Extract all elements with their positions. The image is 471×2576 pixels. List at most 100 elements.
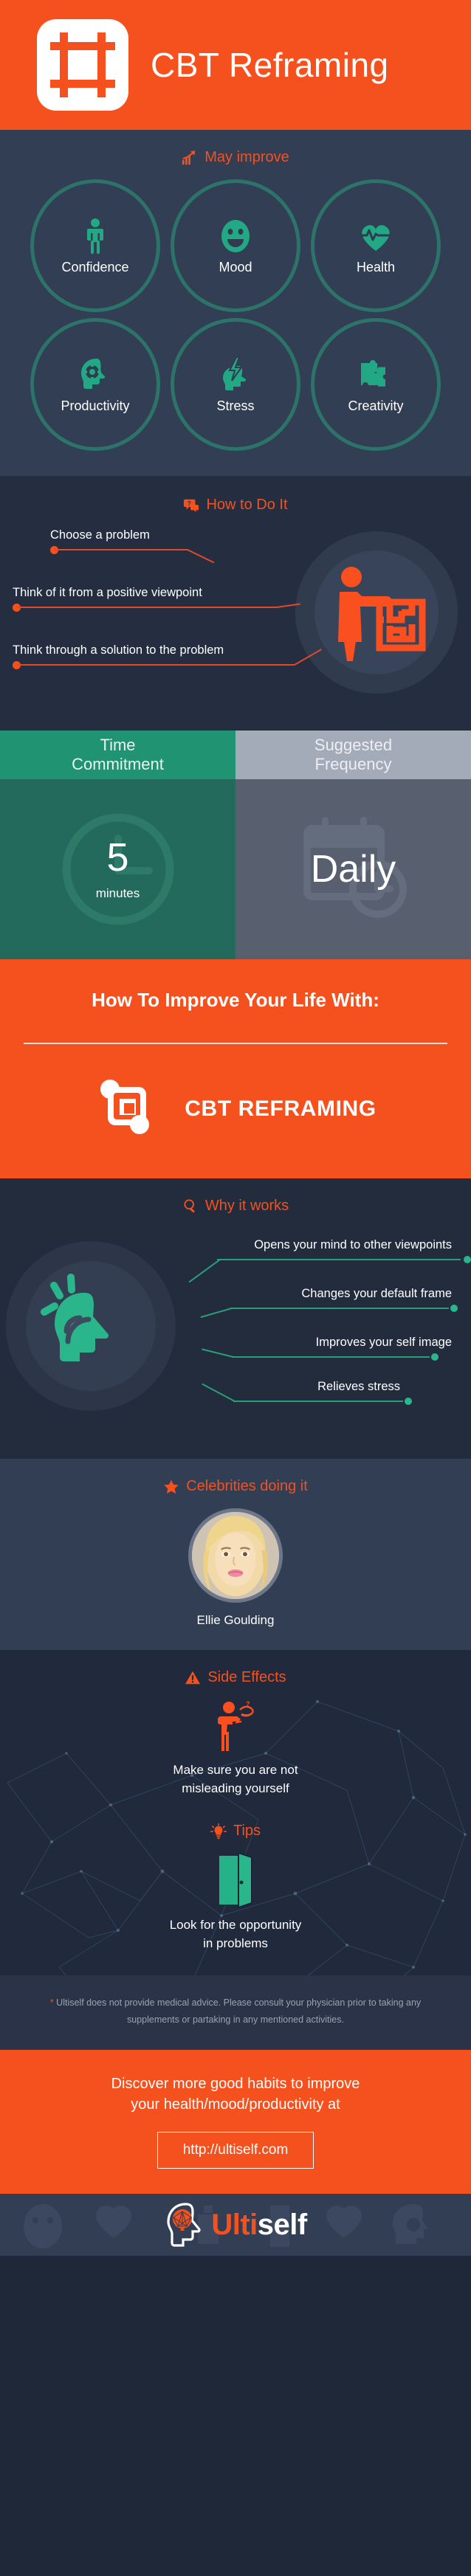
website-button[interactable]: http://ultiself.com (157, 2131, 314, 2169)
brand-row: CBT REFRAMING (0, 1074, 471, 1144)
why-it-works-body: Opens your mind to other viewpoints Chan… (0, 1228, 471, 1449)
why-it-works-dot (405, 1398, 412, 1405)
star-icon (164, 1479, 179, 1494)
celebrities-section: Celebrities doing it Ellie Goulding (0, 1459, 471, 1650)
may-improve-item-label: Creativity (348, 398, 404, 413)
celebrity-name: Ellie Goulding (196, 1613, 275, 1627)
tips-text-line2: in problems (203, 1936, 268, 1950)
tips-text: Look for the opportunity in problems (0, 1916, 471, 1952)
may-improve-item-label: Stress (216, 398, 255, 413)
divider (24, 1043, 447, 1044)
why-it-works-benefit: Opens your mind to other viewpoints (161, 1238, 471, 1283)
page-title: CBT Reframing (151, 46, 389, 84)
how-to-step-connector (13, 603, 300, 612)
side-effects-illustration: ? (0, 1699, 471, 1754)
time-frequency-section: Time Commitment 5 minutes Suggested Freq… (0, 731, 471, 959)
may-improve-item-creativity: Creativity (311, 318, 441, 451)
warning-triangle-icon (185, 1671, 201, 1684)
how-to-step-connector (13, 649, 322, 669)
cta-text: Discover more good habits to improve you… (22, 2073, 449, 2116)
why-it-works-benefit-label: Improves your self image (315, 1336, 452, 1349)
footer-logo: Ultiself (164, 2201, 307, 2248)
may-improve-item-label: Productivity (61, 398, 130, 413)
why-it-works-connector (161, 1383, 471, 1405)
side-effects-tips-section: Side Effects ? Make sure you are not mis… (0, 1650, 471, 1975)
why-it-works-heading-label: Why it works (204, 1198, 289, 1214)
cta-section: Discover more good habits to improve you… (0, 2050, 471, 2194)
thinking-head-waves-icon (41, 1274, 109, 1361)
suggested-frequency-header-line1: Suggested (314, 736, 393, 755)
how-to-heading-label: How to Do It (206, 497, 288, 513)
why-it-works-benefit: Changes your default frame (161, 1287, 471, 1318)
may-improve-item-stress: Stress (171, 318, 300, 451)
open-door-icon (219, 1853, 252, 1908)
how-to-body: Choose a problem Think of it from a posi… (0, 518, 471, 710)
tips-heading: Tips (0, 1823, 471, 1840)
may-improve-item-confidence: Confidence (30, 179, 160, 312)
why-it-works-heading: Why it works (0, 1198, 471, 1215)
side-effects-block: Side Effects ? Make sure you are not mis… (0, 1650, 471, 1811)
why-it-works-connector (161, 1348, 471, 1361)
growth-chart-arrow-icon (182, 150, 196, 165)
header: CBT Reframing (0, 0, 471, 130)
person-standing-icon (87, 218, 103, 254)
side-effects-text: Make sure you are not misleading yoursel… (0, 1761, 471, 1798)
smiley-face-icon (221, 219, 250, 252)
may-improve-item-health: Health (311, 179, 441, 312)
disclaimer-text: Ultiself does not provide medical advice… (53, 1997, 422, 2026)
why-it-works-benefit: Relieves stress (161, 1380, 471, 1405)
time-commitment-header: Time Commitment (0, 731, 236, 779)
magnifying-glass-icon (184, 1198, 195, 1212)
why-it-works-dot (431, 1353, 439, 1361)
footer-brand-part1: Ulti (211, 2208, 258, 2241)
footer-brand-part2: self (257, 2208, 307, 2241)
may-improve-heading: May improve (0, 149, 471, 166)
side-effects-text-line1: Make sure you are not (173, 1763, 298, 1777)
suggested-frequency-body: Daily (236, 779, 471, 959)
brand-title: How To Improve Your Life With: (92, 989, 379, 1011)
time-commitment-panel: Time Commitment 5 minutes (0, 731, 236, 959)
why-it-works-dot (450, 1305, 458, 1312)
side-effects-heading: Side Effects (0, 1669, 471, 1686)
brand-name: CBT REFRAMING (185, 1097, 377, 1121)
tips-heading-label: Tips (233, 1823, 261, 1840)
how-to-step-label: Think through a solution to the problem (13, 643, 224, 657)
suggested-frequency-text: Daily (310, 848, 396, 891)
brand-section: How To Improve Your Life With: CBT REFRA… (0, 959, 471, 1178)
confused-person-icon: ? (218, 1700, 254, 1751)
may-improve-section: May improve Confidence Mood Health Produ… (0, 130, 471, 476)
blonde-woman-portrait (192, 1512, 279, 1599)
time-commitment-body: 5 minutes (0, 779, 236, 959)
time-commitment-header-line2: Commitment (72, 755, 164, 773)
why-it-works-connector (161, 1256, 471, 1283)
suggested-frequency-header: Suggested Frequency (236, 731, 471, 779)
tips-block: Tips Look for the opportunity in problem… (0, 1811, 471, 1975)
how-to-heading: ? How to Do It (0, 497, 471, 514)
may-improve-item-productivity: Productivity (30, 318, 160, 451)
suggested-frequency-panel: Suggested Frequency Daily (236, 731, 471, 959)
how-to-step: Think through a solution to the problem (13, 643, 322, 669)
may-improve-heading-label: May improve (204, 149, 289, 165)
side-effects-heading-label: Side Effects (207, 1669, 286, 1685)
lightbulb-icon (210, 1823, 227, 1839)
side-effects-text-line2: misleading yourself (182, 1781, 289, 1795)
how-to-section: ? How to Do It Choose a problem Think of… (0, 476, 471, 731)
how-to-step-label: Think of it from a positive viewpoint (13, 586, 202, 599)
person-pointing-at-maze-icon (338, 567, 426, 661)
crop-frame-icon (100, 1080, 150, 1134)
how-to-step: Choose a problem (50, 528, 215, 564)
head-brain-outline-icon (167, 2203, 201, 2247)
suggested-frequency-value: Daily (311, 850, 396, 888)
crop-frame-icon (37, 19, 128, 111)
heart-pulse-icon (360, 224, 392, 251)
how-to-step-label: Choose a problem (50, 528, 150, 542)
infographic-page: CBT Reframing May improve Confidence Moo… (0, 0, 471, 2576)
how-to-step-connector (50, 546, 215, 564)
tips-text-line1: Look for the opportunity (169, 1918, 302, 1933)
cta-text-line1: Discover more good habits to improve (111, 2076, 360, 2093)
avatar (188, 1508, 283, 1603)
time-commitment-value: 5 minutes (96, 838, 140, 901)
why-it-works-section: Why it works Opens your mind to other vi… (0, 1178, 471, 1459)
footer-brand: Ultiself (211, 2208, 307, 2241)
why-it-works-benefit-label: Opens your mind to other viewpoints (254, 1238, 452, 1251)
